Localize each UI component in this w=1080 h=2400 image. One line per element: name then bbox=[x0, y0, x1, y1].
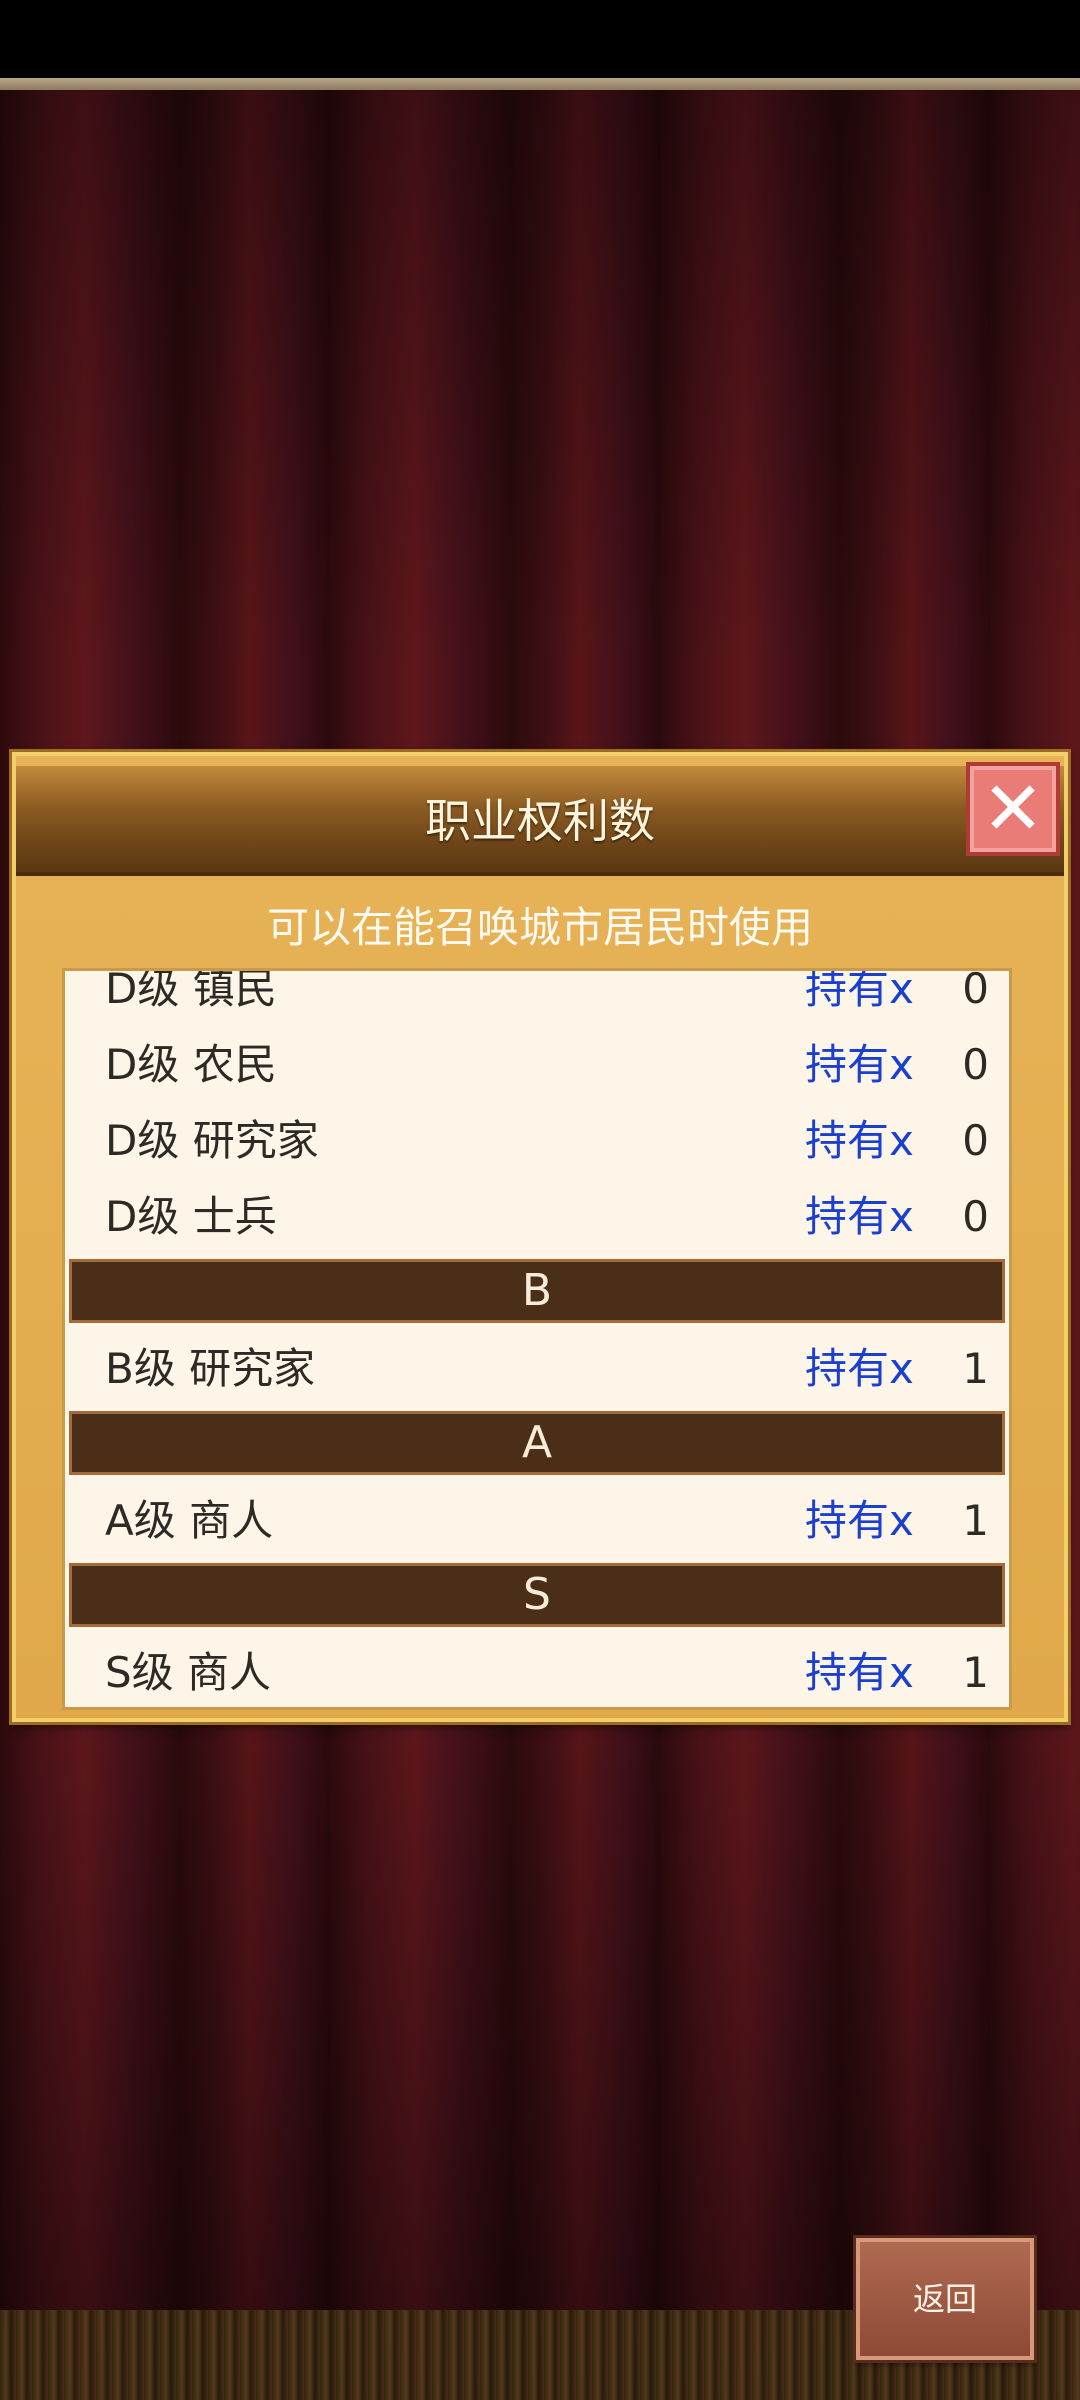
job-name: D级 镇民 bbox=[105, 968, 277, 1013]
hold-label: 持有x bbox=[805, 1040, 914, 1089]
close-button[interactable]: ✕ bbox=[966, 762, 1060, 856]
hold-count: 0 bbox=[962, 1116, 989, 1165]
section-label: B bbox=[521, 1265, 553, 1316]
hold-count: 0 bbox=[962, 1040, 989, 1089]
list-item: B级 研究家 持有x 1 bbox=[65, 1331, 1009, 1407]
job-rights-dialog: 职业权利数 ✕ 可以在能召唤城市居民时使用 D级 镇民 持有x 0 D级 农民 … bbox=[12, 752, 1068, 1722]
list-item: D级 农民 持有x 0 bbox=[65, 1027, 1009, 1103]
job-name: B级 研究家 bbox=[105, 1344, 316, 1393]
hold-label: 持有x bbox=[805, 1192, 914, 1241]
job-name: A级 商人 bbox=[105, 1496, 274, 1545]
hold-label: 持有x bbox=[805, 1116, 914, 1165]
list-item: A级 商人 持有x 1 bbox=[65, 1483, 1009, 1559]
job-name: D级 士兵 bbox=[105, 1192, 277, 1241]
job-list: D级 镇民 持有x 0 D级 农民 持有x 0 D级 研究家 持有x 0 D级 … bbox=[65, 968, 1009, 1707]
status-divider bbox=[0, 78, 1080, 90]
list-item: D级 研究家 持有x 0 bbox=[65, 1103, 1009, 1179]
rank-section-header-s: S bbox=[69, 1563, 1005, 1627]
job-list-panel[interactable]: D级 镇民 持有x 0 D级 农民 持有x 0 D级 研究家 持有x 0 D级 … bbox=[62, 968, 1012, 1710]
job-name: D级 农民 bbox=[105, 1040, 277, 1089]
hold-count: 1 bbox=[962, 1344, 989, 1393]
hold-count: 1 bbox=[962, 1496, 989, 1545]
hold-label: 持有x bbox=[805, 1648, 914, 1697]
back-button[interactable]: 返回 bbox=[856, 2238, 1034, 2360]
list-item: S级 商人 持有x 1 bbox=[65, 1635, 1009, 1707]
dialog-header: 职业权利数 bbox=[16, 766, 1064, 876]
hold-label: 持有x bbox=[805, 968, 914, 1013]
hold-count: 0 bbox=[962, 1192, 989, 1241]
close-icon: ✕ bbox=[981, 766, 1044, 852]
hold-count: 0 bbox=[962, 968, 989, 1013]
list-item: D级 镇民 持有x 0 bbox=[65, 968, 1009, 1027]
job-name: D级 研究家 bbox=[105, 1116, 319, 1165]
dialog-subtitle: 可以在能召唤城市居民时使用 bbox=[266, 903, 813, 952]
section-label: S bbox=[523, 1569, 551, 1620]
back-button-label: 返回 bbox=[912, 2280, 977, 2318]
dialog-title: 职业权利数 bbox=[425, 794, 655, 848]
rank-section-header-a: A bbox=[69, 1411, 1005, 1475]
list-item: D级 士兵 持有x 0 bbox=[65, 1179, 1009, 1255]
hold-count: 1 bbox=[962, 1648, 989, 1697]
status-bar bbox=[0, 0, 1080, 78]
job-name: S级 商人 bbox=[105, 1648, 272, 1697]
hold-label: 持有x bbox=[805, 1344, 914, 1393]
section-label: A bbox=[521, 1417, 553, 1468]
hold-label: 持有x bbox=[805, 1496, 914, 1545]
rank-section-header-b: B bbox=[69, 1259, 1005, 1323]
